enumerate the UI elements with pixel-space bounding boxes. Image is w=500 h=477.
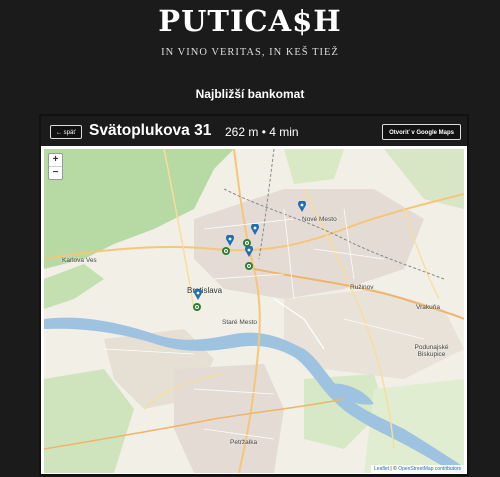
atm-distance-duration: 262 m • 4 min [225, 125, 299, 139]
atm-duration: 4 min [269, 125, 299, 139]
back-button[interactable]: ← späť [50, 125, 82, 139]
map-label-bratislava: Bratislava [187, 286, 223, 295]
map-view[interactable]: + − Bratislava Staré Mesto Nové Mesto Ru… [44, 149, 464, 473]
map-label-karlova-ves: Karlova Ves [62, 257, 97, 264]
location-marker-icon [193, 303, 201, 311]
atm-pin-icon[interactable] [251, 224, 259, 235]
map-tiles [44, 149, 464, 473]
brand-tagline: IN VINO VERITAS, IN KEŠ TIEŽ [161, 47, 339, 58]
zoom-out-button[interactable]: − [49, 166, 62, 179]
map-label-stare-mesto: Staré Mesto [222, 319, 258, 326]
osm-link[interactable]: OpenStreetMap contributors [398, 466, 461, 472]
atm-card: ← späť Svätoplukova 31 262 m • 4 min Otv… [39, 114, 469, 476]
page-heading: Najbližší bankomat [195, 87, 305, 101]
location-marker-icon [222, 247, 230, 255]
map-label-podunajske-biskupice: Podunajské Biskupice [414, 344, 449, 358]
brand-logo: PUTICA$H [158, 4, 342, 38]
map-attribution: Leaflet | © OpenStreetMap contributors [371, 465, 464, 473]
open-google-maps-button[interactable]: Otvoriť v Google Maps [382, 124, 461, 140]
zoom-in-button[interactable]: + [49, 154, 62, 166]
map-label-petrzalka: Petržalka [230, 439, 258, 446]
location-marker-icon [245, 262, 253, 270]
location-marker-icon [243, 239, 251, 247]
separator-dot: • [261, 125, 266, 139]
leaflet-link[interactable]: Leaflet [374, 466, 389, 472]
atm-pin-icon[interactable] [194, 289, 202, 300]
card-header: ← späť Svätoplukova 31 262 m • 4 min Otv… [41, 116, 467, 146]
atm-name: Svätoplukova 31 [89, 122, 212, 139]
atm-pin-icon[interactable] [245, 246, 253, 257]
atm-pin-icon[interactable] [298, 201, 306, 212]
atm-distance: 262 m [225, 125, 259, 139]
map-label-vrakuna: Vrakuňa [416, 304, 440, 311]
zoom-control: + − [48, 153, 63, 180]
map-label-ruzinov: Ružinov [350, 284, 374, 291]
atm-pin-icon[interactable] [226, 235, 234, 246]
map-label-nove-mesto: Nové Mesto [302, 216, 337, 223]
